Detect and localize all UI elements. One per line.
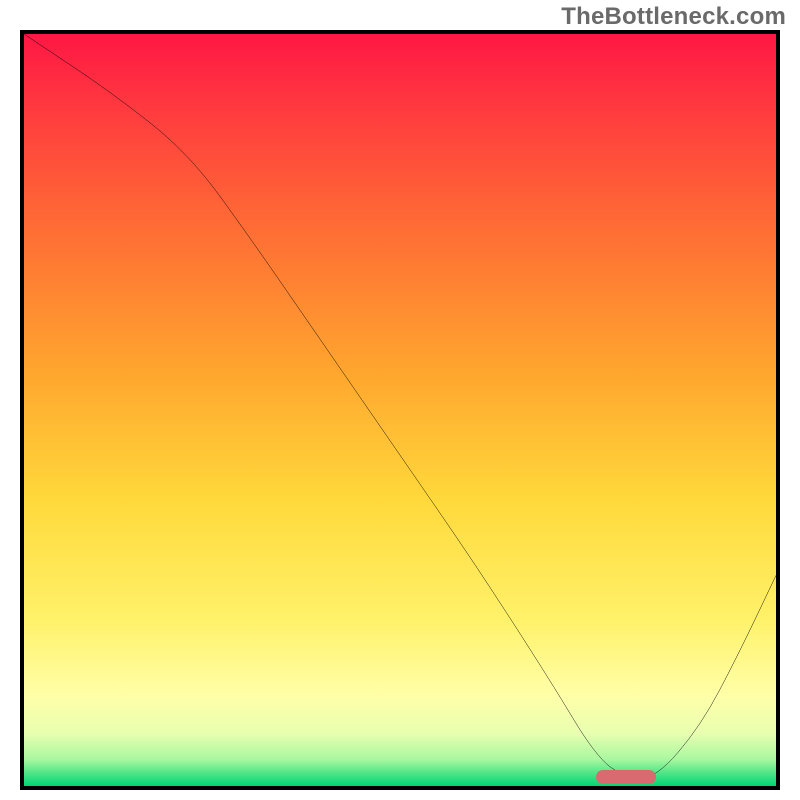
optimum-zone-marker	[596, 770, 656, 784]
plot-frame	[20, 30, 780, 790]
watermark-text: TheBottleneck.com	[561, 3, 786, 31]
bottleneck-curve	[24, 34, 776, 786]
chart-canvas: TheBottleneck.com	[0, 0, 800, 800]
